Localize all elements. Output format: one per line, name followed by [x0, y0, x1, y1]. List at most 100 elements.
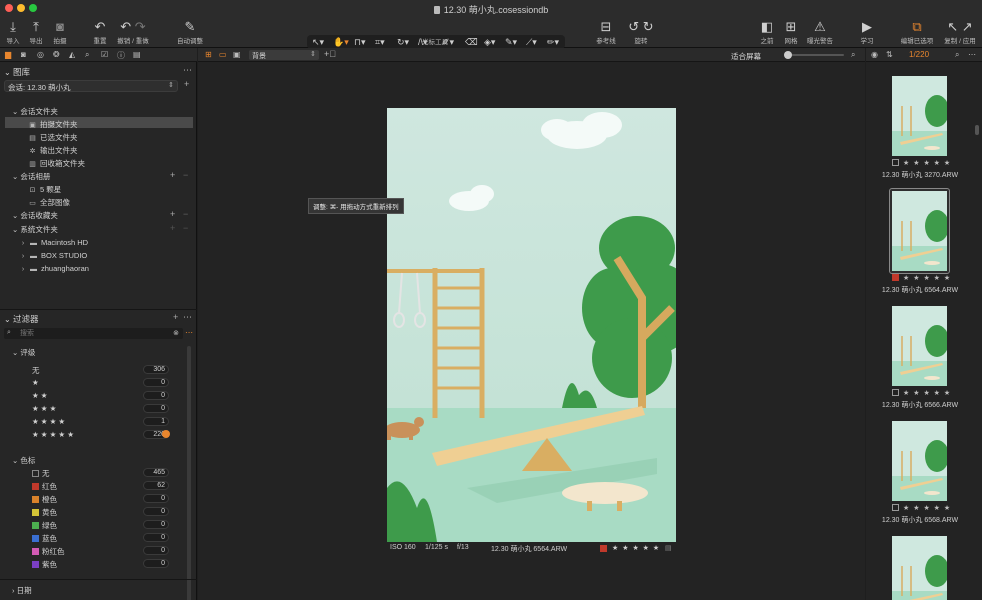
filter-options-icon[interactable]: ⋯	[185, 328, 193, 337]
rating-header[interactable]: ⌄ 评级	[12, 347, 35, 358]
sort-icon[interactable]: ⇅	[886, 50, 893, 59]
session-album-item[interactable]: ⊡ 5 颗星	[28, 184, 62, 195]
picker-icon[interactable]: ⟋▾	[526, 35, 537, 49]
remove-system-folder-icon[interactable]: −	[183, 223, 188, 233]
fit-screen-label[interactable]: 适合屏幕	[731, 51, 761, 62]
add-favorite-icon[interactable]: +	[170, 209, 175, 219]
color-filter-item[interactable]: 黄色	[32, 507, 57, 518]
thumbnail-rating[interactable]: ★ ★ ★ ★ ★	[892, 504, 951, 512]
keystone-icon[interactable]: ⊓▾	[354, 35, 366, 49]
color-tag-box[interactable]	[892, 389, 899, 396]
color-tag-box[interactable]	[892, 274, 899, 281]
red-color-tag[interactable]	[600, 545, 607, 552]
session-folder-item[interactable]: ✲ 输出文件夹	[28, 145, 78, 156]
color-filter-item[interactable]: 紫色	[32, 559, 57, 570]
annotate-icon[interactable]: ✏▾	[547, 35, 559, 49]
session-album-item[interactable]: ▭ 全部图像	[28, 197, 70, 208]
color-filter-item[interactable]: 粉红色	[32, 546, 65, 557]
crop-icon[interactable]: ⌗▾	[375, 35, 385, 49]
output-tab-icon[interactable]: ▤	[133, 50, 141, 59]
metadata-tab-icon[interactable]: ⓘ	[117, 50, 125, 61]
color-tag-box[interactable]	[892, 504, 899, 511]
color-filter-item[interactable]: 红色	[32, 481, 57, 492]
pan-hand-icon[interactable]: ✋▾	[333, 35, 349, 49]
zoom-slider[interactable]	[784, 51, 844, 59]
remove-album-icon[interactable]: −	[183, 170, 188, 180]
details-tab-icon[interactable]: ⌕	[85, 50, 89, 60]
active-filter-dot[interactable]	[162, 430, 170, 438]
adjust-tab-icon[interactable]: ☑	[101, 50, 108, 59]
heal-icon[interactable]: ✎▾	[505, 35, 517, 49]
session-albums-header[interactable]: ⌄ 会话相册	[12, 171, 50, 182]
thumbnail-image[interactable]	[892, 191, 947, 271]
chevron-right-icon[interactable]: ›	[20, 240, 26, 247]
rating-filter-item[interactable]: ★	[32, 378, 39, 387]
browser-scrollbar[interactable]	[975, 125, 979, 135]
filter-search-input[interactable]	[20, 329, 160, 338]
system-folders-header[interactable]: ⌄ 系统文件夹	[12, 224, 58, 235]
select-cursor-icon[interactable]: ↖▾	[312, 35, 324, 49]
session-folder-item[interactable]: ▣ 拍摄文件夹	[28, 119, 77, 130]
info-box-icon[interactable]: ▤	[665, 544, 672, 552]
add-filter-icon[interactable]: +	[173, 312, 178, 322]
rating-filter-item[interactable]: 无	[32, 365, 40, 376]
color-tag-header[interactable]: ⌄ 色标	[12, 455, 35, 466]
thumbnail-image[interactable]	[892, 421, 947, 501]
library-header[interactable]: ⌄ 图库	[4, 66, 30, 78]
exposure-tab-icon[interactable]: ◭	[69, 50, 75, 59]
rating-filter-item[interactable]: ★ ★ ★	[32, 404, 56, 413]
reference-line-button[interactable]: ⊟ 参考线	[594, 18, 618, 45]
remove-favorite-icon[interactable]: −	[183, 209, 188, 219]
rating-filter-item[interactable]: ★ ★ ★ ★ ★	[32, 430, 74, 439]
learn-button[interactable]: ▶ 学习	[856, 18, 878, 45]
date-header[interactable]: › 日期	[12, 585, 32, 596]
thumbnail-rating[interactable]: ★ ★ ★ ★ ★	[892, 274, 951, 282]
lens-tab-icon[interactable]: ◎	[37, 50, 44, 59]
color-filter-item[interactable]: 绿色	[32, 520, 57, 531]
session-favorites-header[interactable]: ⌄ 会话收藏夹	[12, 210, 58, 221]
browser-more-icon[interactable]: ⋯	[968, 50, 976, 59]
color-filter-item[interactable]: 无	[32, 468, 50, 479]
rating-filter-item[interactable]: ★ ★ ★ ★	[32, 417, 65, 426]
main-photo[interactable]	[387, 108, 676, 542]
rating-stars[interactable]: ★ ★ ★ ★ ★	[612, 544, 660, 552]
session-folders-header[interactable]: ⌄ 会话文件夹	[12, 106, 58, 117]
thumbnail-image[interactable]	[892, 306, 947, 386]
filters-header[interactable]: ⌄ 过滤器	[4, 313, 38, 325]
import-button[interactable]: ⤓ 导入	[3, 18, 23, 45]
filter-search-field[interactable]: ⌕ ⊗	[4, 328, 183, 339]
multi-view-icon[interactable]: ⊞	[205, 50, 212, 59]
eye-icon[interactable]: ◉	[871, 50, 878, 59]
chevron-right-icon[interactable]: ›	[20, 253, 26, 260]
thumbnail-image[interactable]	[892, 76, 947, 156]
system-folder-item[interactable]: › ▬ zhuanghaoran	[20, 264, 89, 273]
system-folder-item[interactable]: › ▬ Macintosh HD	[20, 238, 88, 247]
compare-view-icon[interactable]: ▣	[233, 50, 241, 59]
layer-selector[interactable]: 背景 ⇕	[249, 50, 319, 60]
before-button[interactable]: ◧ 之前	[757, 18, 777, 45]
color-tab-icon[interactable]: ❂	[53, 50, 60, 59]
add-album-icon[interactable]: +	[170, 170, 175, 180]
filters-scrollbar[interactable]	[187, 346, 191, 600]
rating-filter-item[interactable]: ★ ★	[32, 391, 48, 400]
gradient-icon[interactable]: ◈▾	[484, 35, 495, 49]
session-folder-item[interactable]: ▥ 回收箱文件夹	[28, 158, 85, 169]
library-more-icon[interactable]: ⋯	[183, 65, 192, 76]
exposure-warning-button[interactable]: ⚠ 曝光警告	[804, 18, 836, 45]
clear-search-icon[interactable]: ⊗	[173, 329, 179, 337]
capture-button[interactable]: ◙ 拍摄	[50, 18, 70, 45]
capture-tab-icon[interactable]: ◙	[21, 50, 26, 59]
system-folder-item[interactable]: › ▬ BOX STUDIO	[20, 251, 87, 260]
add-session-icon[interactable]: +	[184, 79, 189, 89]
thumbnail-rating[interactable]: ★ ★ ★ ★ ★	[892, 159, 951, 167]
browser-search-icon[interactable]: ⌕	[955, 50, 959, 60]
thumbnail-rating[interactable]: ★ ★ ★ ★ ★	[892, 389, 951, 397]
auto-adjust-button[interactable]: ✎ 自动调整	[175, 18, 205, 45]
single-view-icon[interactable]: ▭	[219, 50, 227, 59]
undo-redo-button[interactable]: ↶ ↷ 撤销 / 重做	[115, 18, 151, 45]
thumbnail-image[interactable]	[892, 536, 947, 600]
add-layer-icon[interactable]: +⃞	[324, 49, 336, 59]
color-tag-box[interactable]	[892, 159, 899, 166]
rotate-button[interactable]: ↺ ↻ 旋转	[625, 18, 657, 45]
zoom-search-icon[interactable]: ⌕	[851, 50, 855, 60]
